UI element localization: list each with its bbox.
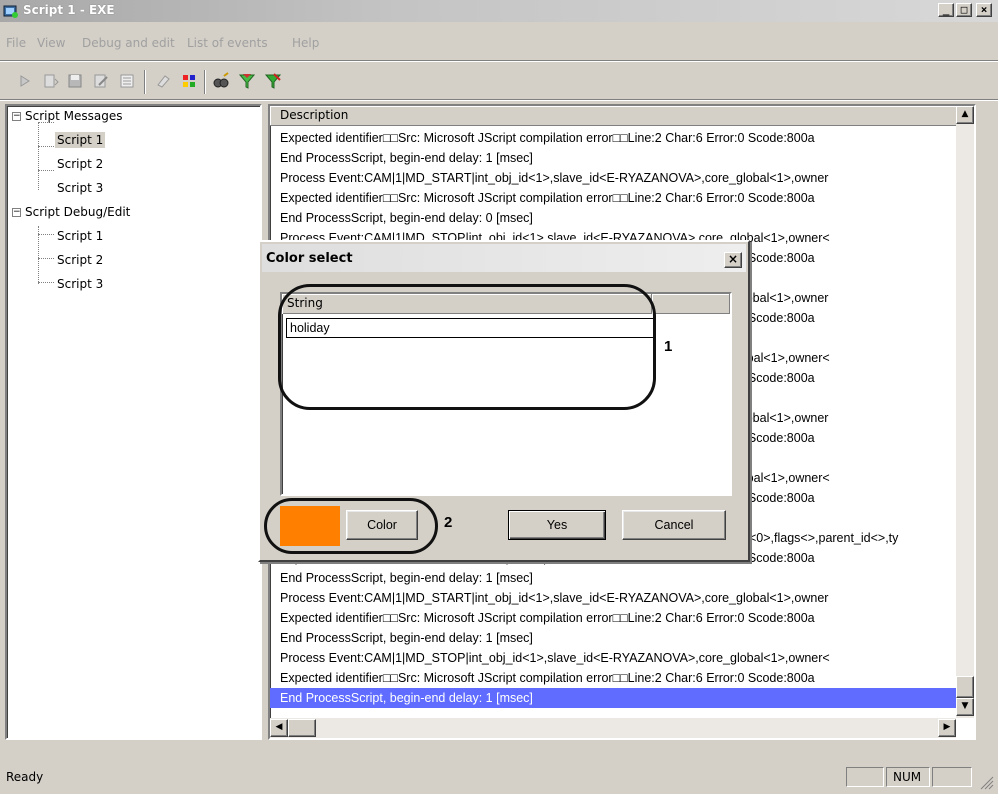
dialog-titlebar[interactable]: Color select × — [262, 244, 746, 272]
search-icon[interactable] — [210, 70, 232, 92]
log-row[interactable]: End ProcessScript, begin-end delay: 1 [m… — [270, 628, 974, 648]
menu-bar: File View Debug and edit List of events … — [0, 36, 998, 54]
resize-grip-icon[interactable] — [980, 776, 994, 790]
maximize-button[interactable]: □ — [956, 3, 972, 17]
log-row[interactable]: End ProcessScript, begin-end delay: 1 [m… — [270, 688, 974, 708]
window-title: Script 1 - EXE — [23, 3, 115, 17]
tree-connector — [38, 122, 39, 190]
save-icon[interactable] — [64, 70, 86, 92]
tree-node-messages-script-1[interactable]: Script 1 — [55, 132, 106, 148]
toolbar-divider — [0, 99, 998, 101]
menu-divider — [0, 60, 998, 62]
status-text: Ready — [6, 770, 44, 784]
dialog-close-button[interactable]: × — [724, 252, 742, 268]
dialog-title: Color select — [266, 251, 353, 266]
scroll-thumb[interactable] — [288, 719, 316, 737]
toolbar-separator — [204, 70, 206, 94]
close-button[interactable]: × — [976, 3, 992, 17]
script-tree[interactable]: − Script Messages Script 1 Script 2 Scri… — [5, 104, 262, 740]
callout-1-number: 1 — [664, 338, 673, 355]
callout-2-outline — [264, 498, 438, 554]
vertical-scrollbar[interactable]: ▲ ▼ — [956, 106, 974, 718]
log-row[interactable]: Process Event:CAM|1|MD_STOP|int_obj_id<1… — [270, 648, 974, 668]
app-icon — [3, 5, 18, 18]
status-panel-num: NUM — [886, 767, 930, 787]
menu-help[interactable]: Help — [292, 36, 319, 50]
menu-debug-edit[interactable]: Debug and edit — [82, 36, 175, 50]
step-icon[interactable] — [40, 70, 62, 92]
list-icon[interactable] — [116, 70, 138, 92]
tree-node-script-debug-edit[interactable]: Script Debug/Edit — [23, 204, 132, 220]
collapse-icon[interactable]: − — [12, 208, 21, 217]
scroll-right-icon[interactable]: ▶ — [938, 719, 956, 737]
tree-connector — [38, 282, 54, 283]
tree-node-debug-script-2[interactable]: Script 2 — [55, 252, 105, 268]
log-row[interactable]: Expected identifier□□Src: Microsoft JScr… — [270, 668, 974, 688]
log-row[interactable]: Process Event:CAM|1|MD_START|int_obj_id<… — [270, 588, 974, 608]
toolbar-separator — [144, 70, 146, 94]
status-bar: Ready NUM — [0, 758, 998, 794]
status-panel-caps — [846, 767, 884, 787]
scroll-up-icon[interactable]: ▲ — [956, 106, 974, 124]
menu-view[interactable]: View — [37, 36, 65, 50]
window-titlebar[interactable]: Script 1 - EXE _ □ × — [0, 0, 998, 22]
log-row[interactable]: End ProcessScript, begin-end delay: 0 [m… — [270, 208, 974, 228]
tree-connector — [38, 258, 54, 259]
toolbar — [4, 64, 384, 98]
minimize-button[interactable]: _ — [938, 3, 954, 17]
callout-1-outline — [278, 284, 656, 410]
menu-file[interactable]: File — [6, 36, 26, 50]
callout-2-number: 2 — [444, 514, 453, 531]
filter-icon[interactable] — [236, 70, 258, 92]
tree-node-debug-script-1[interactable]: Script 1 — [55, 228, 105, 244]
tree-node-debug-script-3[interactable]: Script 3 — [55, 276, 105, 292]
tree-connector — [38, 234, 54, 235]
log-row[interactable]: Expected identifier□□Src: Microsoft JScr… — [270, 188, 974, 208]
tree-connector — [38, 170, 54, 171]
log-row[interactable]: Process Event:CAM|1|MD_START|int_obj_id<… — [270, 168, 974, 188]
filter-edit-icon[interactable] — [262, 70, 284, 92]
log-row[interactable]: End ProcessScript, begin-end delay: 1 [m… — [270, 568, 974, 588]
palette-icon[interactable] — [178, 70, 200, 92]
eraser-icon[interactable] — [152, 70, 174, 92]
tree-node-messages-script-2[interactable]: Script 2 — [55, 156, 105, 172]
horizontal-scrollbar[interactable]: ◀ ▶ — [270, 718, 956, 738]
log-row[interactable]: Expected identifier□□Src: Microsoft JScr… — [270, 608, 974, 628]
log-row[interactable]: End ProcessScript, begin-end delay: 1 [m… — [270, 148, 974, 168]
scroll-down-icon[interactable]: ▼ — [956, 698, 974, 716]
column-header-color[interactable] — [652, 294, 730, 314]
tree-connector — [38, 146, 54, 147]
tree-node-messages-script-3[interactable]: Script 3 — [55, 180, 105, 196]
run-icon[interactable] — [14, 70, 36, 92]
tree-node-script-messages[interactable]: Script Messages — [23, 108, 124, 124]
edit-icon[interactable] — [90, 70, 112, 92]
column-header-description[interactable]: Description — [270, 106, 974, 126]
scroll-left-icon[interactable]: ◀ — [270, 719, 288, 737]
color-select-dialog: Color select × String holiday Color Yes … — [258, 240, 750, 562]
log-row[interactable]: Expected identifier□□Src: Microsoft JScr… — [270, 128, 974, 148]
cancel-button[interactable]: Cancel — [622, 510, 726, 540]
yes-button[interactable]: Yes — [508, 510, 606, 540]
menu-list-of-events[interactable]: List of events — [187, 36, 268, 50]
collapse-icon[interactable]: − — [12, 112, 21, 121]
scroll-thumb[interactable] — [956, 676, 974, 698]
status-panel-scroll — [932, 767, 972, 787]
